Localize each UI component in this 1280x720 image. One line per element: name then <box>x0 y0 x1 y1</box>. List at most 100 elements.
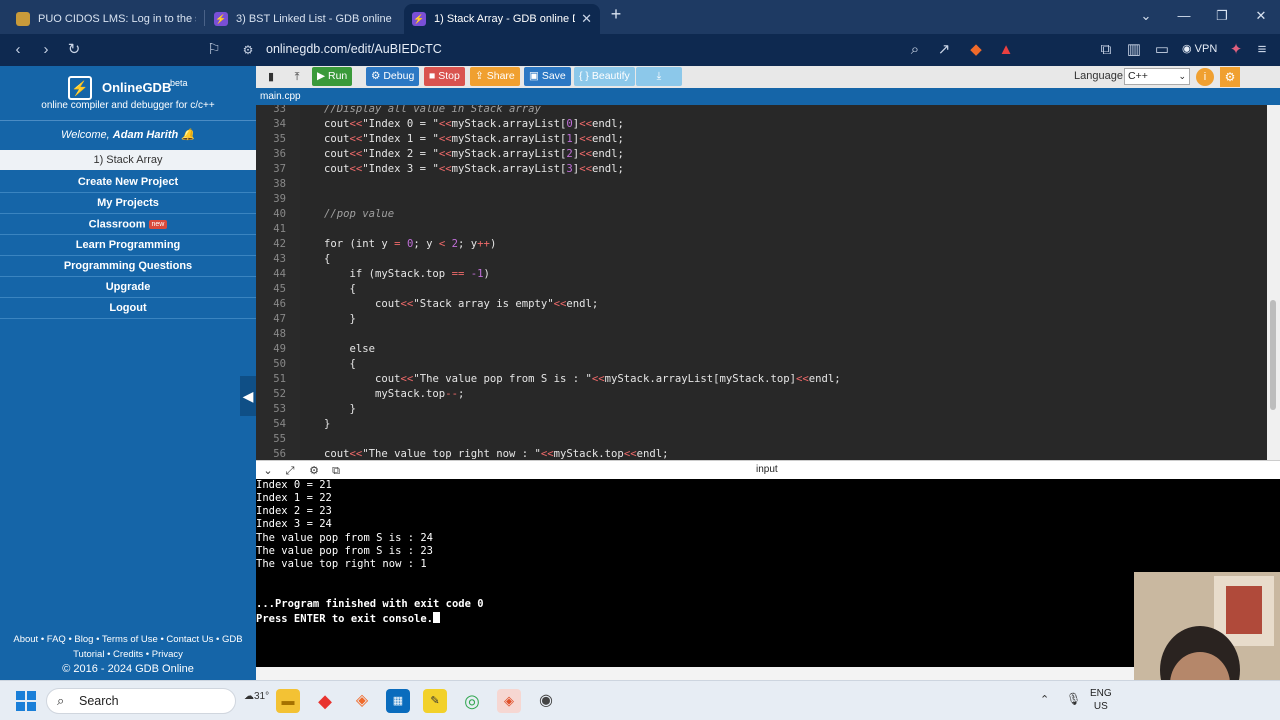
line-number: 41 <box>273 223 286 235</box>
my-projects-link[interactable]: My Projects <box>0 193 256 214</box>
microphone-icon[interactable]: 🎙 <box>1066 692 1081 706</box>
current-project[interactable]: 1) Stack Array <box>0 150 256 170</box>
user-name[interactable]: Adam Harith <box>113 129 178 141</box>
file-explorer-icon[interactable]: ▬ <box>276 689 300 713</box>
brave-shields-icon[interactable]: ◆ <box>966 40 986 60</box>
collapse-console-icon[interactable]: ⌄ <box>260 463 276 479</box>
site-info-icon[interactable]: ⚙ <box>238 40 258 60</box>
welcome-prefix: Welcome, <box>61 129 113 141</box>
share-button[interactable]: ⇪ Share <box>470 67 520 86</box>
code-line[interactable]: cout<<"Stack array is empty"<<endl; <box>324 298 598 310</box>
tab-list-chevron-icon[interactable]: ⌄ <box>1136 8 1156 24</box>
bell-icon[interactable]: 🔔 <box>181 129 195 141</box>
sidebar-toggle-icon[interactable]: ▥ <box>1124 40 1144 60</box>
show-hidden-icons-icon[interactable]: ⌃ <box>1040 693 1049 706</box>
weather-widget[interactable]: ☁31° <box>244 691 269 702</box>
new-tab-button[interactable]: + <box>606 4 626 25</box>
browser-tab-active[interactable]: ⚡ 1) Stack Array - GDB online Debu ✕ <box>404 4 600 34</box>
code-line[interactable]: for (int y = 0; y < 2; y++) <box>324 238 496 250</box>
browser-tab-1[interactable]: PUO CIDOS LMS: Log in to the site <box>8 4 204 34</box>
code-line[interactable]: cout<<"The value pop from S is : "<<mySt… <box>324 373 841 385</box>
code-line[interactable]: else <box>324 343 376 355</box>
close-tab-icon[interactable]: ✕ <box>581 11 592 27</box>
code-editor[interactable]: 33 34 35 36 37 38 39 40 41 42 43 44 45 46 47 48 49 50 51 52… <box>256 105 1267 460</box>
vpn-icon: ◉ <box>1182 43 1192 55</box>
upload-icon[interactable]: ⤒ <box>288 68 306 86</box>
minimize-icon[interactable]: — <box>1174 8 1194 23</box>
code-line[interactable]: } <box>324 403 356 415</box>
footer-links-2[interactable]: Tutorial • Credits • Privacy <box>0 649 256 660</box>
code-line[interactable]: cout<<"Index 0 = "<<myStack.arrayList[0]… <box>324 118 624 130</box>
search-label: Search <box>79 694 119 708</box>
new-file-icon[interactable]: ▮ <box>262 68 280 86</box>
code-line[interactable]: cout<<"Index 3 = "<<myStack.arrayList[3]… <box>324 163 624 175</box>
store-icon[interactable]: ▦ <box>386 689 410 713</box>
close-window-icon[interactable]: ✕ <box>1251 8 1271 24</box>
collapse-sidebar-icon[interactable]: ◀ <box>240 376 256 416</box>
browser-menu-icon[interactable]: ≡ <box>1252 40 1272 60</box>
footer-links[interactable]: About • FAQ • Blog • Terms of Use • Cont… <box>0 634 256 645</box>
copy-console-icon[interactable]: ⧉ <box>328 463 344 479</box>
brave-rewards-icon[interactable]: ▲ <box>996 40 1016 60</box>
back-icon[interactable]: ‹ <box>8 40 28 60</box>
file-tab-main-cpp[interactable]: main.cpp <box>256 88 305 105</box>
code-line[interactable]: cout<<"The value top right now : "<<mySt… <box>324 448 668 460</box>
editor-scrollbar-thumb[interactable] <box>1270 300 1276 410</box>
code-line[interactable]: } <box>324 313 356 325</box>
code-line[interactable]: if (myStack.top == -1) <box>324 268 490 280</box>
code-line[interactable]: cout<<"Index 2 = "<<myStack.arrayList[2]… <box>324 148 624 160</box>
logout-link[interactable]: Logout <box>0 298 256 319</box>
taskbar-search[interactable]: ⌕ Search <box>46 688 236 714</box>
leo-ai-icon[interactable]: ✦ <box>1226 40 1246 60</box>
git-app-icon[interactable]: ◆ <box>313 689 337 713</box>
language-select[interactable]: C++ ⌄ <box>1124 68 1190 85</box>
save-button[interactable]: ▣ Save <box>524 67 571 86</box>
upgrade-link[interactable]: Upgrade <box>0 277 256 298</box>
beautify-button[interactable]: { } Beautify <box>574 67 635 86</box>
classroom-link[interactable]: Classroom new <box>0 214 256 235</box>
language-indicator[interactable]: ENG US <box>1090 687 1112 713</box>
code-line[interactable]: { <box>324 253 330 265</box>
code-line[interactable]: } <box>324 418 330 430</box>
browser-tab-2[interactable]: ⚡ 3) BST Linked List - GDB online Debu <box>206 4 402 34</box>
create-new-project-link[interactable]: Create New Project <box>0 172 256 193</box>
console-line: Index 3 = 24 <box>256 518 332 530</box>
code-line[interactable]: //pop value <box>324 208 394 220</box>
settings-gear-icon[interactable]: ⚙ <box>1220 67 1240 87</box>
chrome-icon[interactable]: ◎ <box>460 689 484 713</box>
download-button[interactable]: ⤓ <box>636 67 682 86</box>
code-line[interactable]: { <box>324 283 356 295</box>
notes-app-icon[interactable]: ✎ <box>423 689 447 713</box>
reload-icon[interactable]: ↻ <box>64 40 84 60</box>
debug-label: Debug <box>383 70 415 82</box>
expand-console-icon[interactable]: ⤢ <box>282 463 298 479</box>
restore-icon[interactable]: ❐ <box>1212 8 1232 24</box>
brave-taskbar-icon[interactable]: ◈ <box>350 689 374 713</box>
console-output[interactable]: Index 0 = 21 Index 1 = 22 Index 2 = 23 I… <box>256 479 1280 667</box>
zoom-search-icon[interactable]: ⌕ <box>905 40 925 60</box>
url-field[interactable]: onlinegdb.com/edit/AuBIEDcTC <box>266 42 442 56</box>
bookmark-icon[interactable]: ⚐ <box>204 40 224 60</box>
debug-icon: ⚙ <box>371 70 381 82</box>
input-tab[interactable]: input <box>756 464 778 475</box>
console-settings-icon[interactable]: ⚙ <box>306 463 322 479</box>
run-label: Run <box>328 70 348 82</box>
run-button[interactable]: ▶ Run <box>312 67 353 86</box>
vpn-button[interactable]: ◉ VPN <box>1182 42 1217 55</box>
code-line[interactable]: //Display all value in Stack array <box>324 105 541 115</box>
share-page-icon[interactable]: ↗ <box>934 40 954 60</box>
info-icon[interactable]: i <box>1196 68 1214 86</box>
github-icon[interactable]: ◉ <box>534 689 558 713</box>
extensions-icon[interactable]: ⧉ <box>1096 40 1116 60</box>
debug-button[interactable]: ⚙ Debug <box>366 67 420 86</box>
code-line[interactable]: cout<<"Index 1 = "<<myStack.arrayList[1]… <box>324 133 624 145</box>
learn-programming-link[interactable]: Learn Programming <box>0 235 256 256</box>
stop-button[interactable]: ■ Stop <box>424 67 465 86</box>
code-line[interactable]: { <box>324 358 356 370</box>
wallet-icon[interactable]: ▭ <box>1152 40 1172 60</box>
forward-icon[interactable]: › <box>36 40 56 60</box>
programming-questions-link[interactable]: Programming Questions <box>0 256 256 277</box>
windows-start-icon[interactable] <box>16 691 36 711</box>
code-line[interactable]: myStack.top--; <box>324 388 464 400</box>
brave-active-icon[interactable]: ◈ <box>497 689 521 713</box>
